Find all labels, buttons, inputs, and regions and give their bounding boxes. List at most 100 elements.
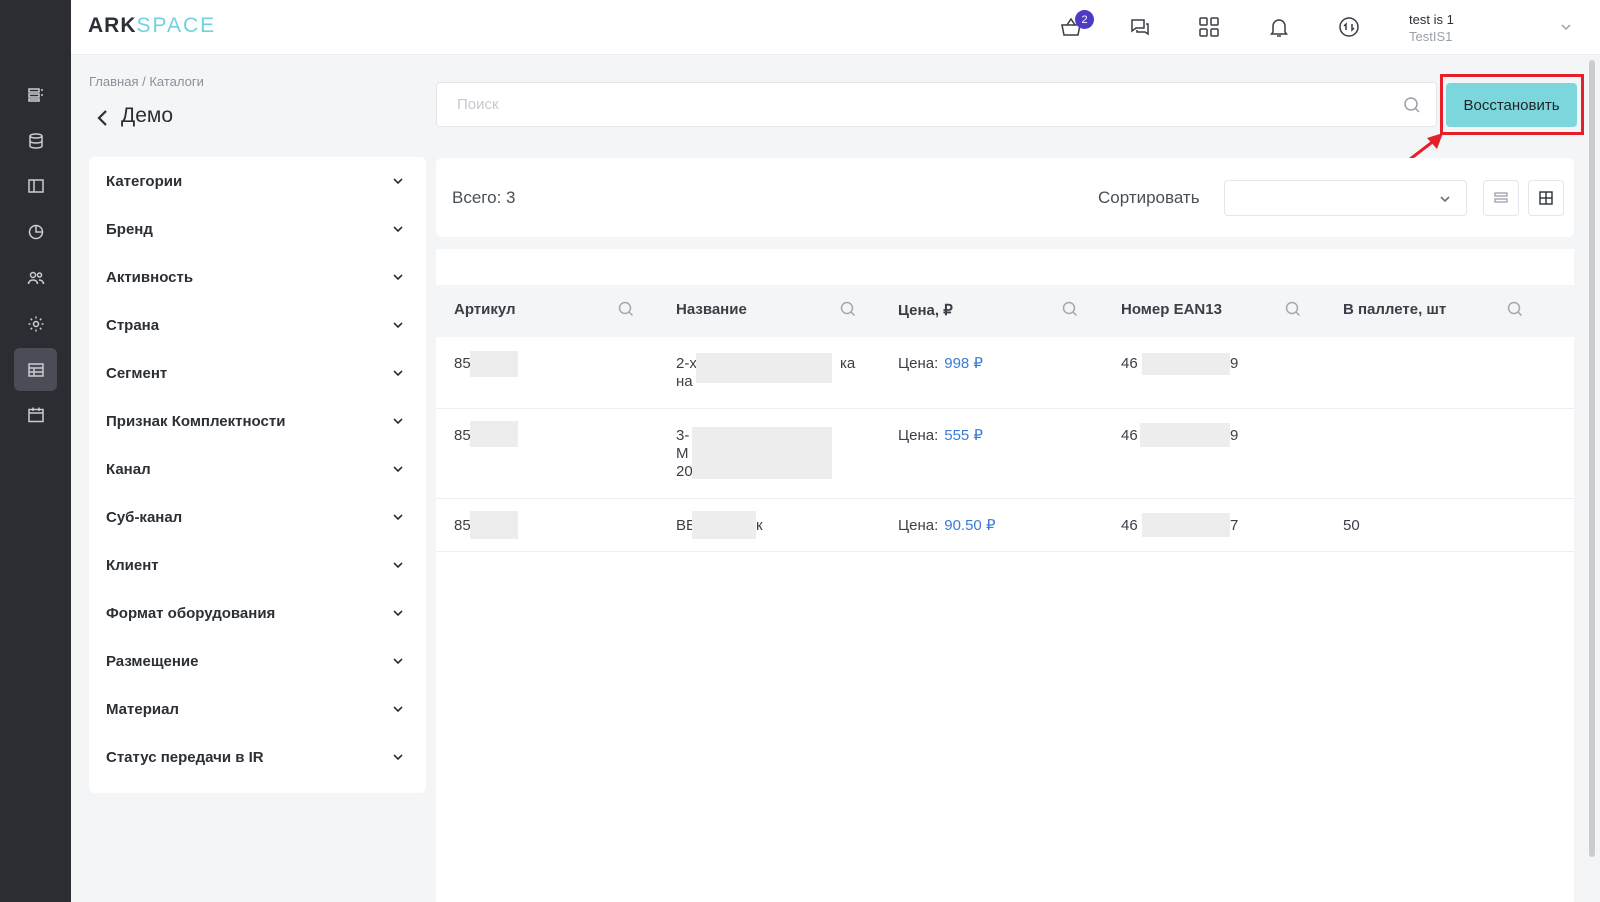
cart-badge: 2 (1075, 10, 1094, 29)
apps-grid-icon[interactable] (1196, 14, 1222, 40)
cell-name-line3: 20 (676, 463, 693, 480)
filters-panel: Категории Бренд Активность Страна Сегмен… (89, 157, 426, 793)
back-arrow-icon[interactable] (94, 107, 112, 129)
col-price: Цена, ₽ (898, 302, 953, 319)
chevron-down-icon (392, 414, 404, 426)
filter-material[interactable]: Материал (89, 685, 426, 733)
chevron-down-icon (392, 558, 404, 570)
top-header: ARKSPACE 2 test is 1 TestIS1 (71, 0, 1600, 55)
filter-client[interactable]: Клиент (89, 541, 426, 589)
filter-placement[interactable]: Размещение (89, 637, 426, 685)
table-row[interactable]: 85 ВЕ к Цена: 90.50 ₽ 46 7 50 (436, 499, 1574, 552)
table-row[interactable]: 85 2-х ка на Цена: 998 ₽ 46 9 (436, 337, 1574, 409)
redacted-block (692, 427, 832, 479)
search-input[interactable] (437, 83, 1337, 126)
logo-text-space: SPACE (136, 14, 217, 37)
search-icon[interactable] (617, 300, 635, 318)
database-icon[interactable] (14, 119, 57, 162)
search-icon[interactable] (1402, 95, 1422, 115)
search-icon[interactable] (1061, 300, 1079, 318)
filter-country[interactable]: Страна (89, 301, 426, 349)
filter-label: Сегмент (106, 364, 168, 382)
cell-name-line1: 2-х (676, 355, 697, 372)
filter-categories[interactable]: Категории (89, 157, 426, 205)
redacted-block (470, 511, 518, 539)
chevron-down-icon[interactable] (1559, 20, 1573, 34)
cell-article: 85 (454, 355, 471, 372)
list-view-button[interactable] (1483, 180, 1519, 216)
cell-ean-start: 46 (1121, 517, 1138, 534)
chevron-down-icon (392, 462, 404, 474)
cell-name-line1-end: к (756, 517, 763, 534)
chevron-down-icon (1438, 192, 1452, 206)
table-header: Артикул Название Цена, ₽ Номер EAN13 В п… (436, 285, 1574, 337)
layout-icon[interactable] (14, 164, 57, 207)
results-toolbar: Всего: 3 Сортировать (436, 158, 1574, 237)
catalog-icon[interactable] (14, 348, 57, 391)
chevron-down-icon (392, 654, 404, 666)
filter-label: Страна (106, 316, 160, 334)
filter-ir-status[interactable]: Статус передачи в IR (89, 733, 426, 781)
cell-ean-end: 9 (1230, 427, 1239, 444)
filter-label: Активность (106, 268, 194, 286)
chat-icon[interactable] (1127, 14, 1153, 40)
cart-icon[interactable]: 2 (1058, 10, 1094, 40)
sort-select[interactable] (1224, 180, 1467, 216)
col-article: Артикул (454, 301, 516, 318)
cell-price: Цена: 555 ₽ (898, 427, 983, 445)
filter-equipment-format[interactable]: Формат оборудования (89, 589, 426, 637)
cell-ean-start: 46 (1121, 427, 1138, 444)
filter-label: Категории (106, 172, 183, 190)
cell-price: Цена: 998 ₽ (898, 355, 983, 373)
user-org: TestIS1 (1409, 29, 1453, 44)
cell-pallet: 50 (1343, 517, 1360, 534)
sync-icon[interactable] (1336, 14, 1362, 40)
user-menu[interactable]: test is 1 TestIS1 (1409, 11, 1454, 45)
breadcrumb[interactable]: Главная / Каталоги (89, 74, 204, 89)
filter-brand[interactable]: Бренд (89, 205, 426, 253)
filter-label: Размещение (106, 652, 199, 670)
chart-icon[interactable] (14, 210, 57, 253)
chevron-down-icon (392, 702, 404, 714)
price-value: 90.50 ₽ (944, 517, 996, 534)
redacted-block (1142, 513, 1230, 537)
filter-completeness[interactable]: Признак Комплектности (89, 397, 426, 445)
cell-price: Цена: 90.50 ₽ (898, 517, 995, 535)
filter-subchannel[interactable]: Суб-канал (89, 493, 426, 541)
col-name: Название (676, 301, 747, 318)
total-count: Всего: 3 (452, 188, 516, 207)
bell-icon[interactable] (1266, 14, 1292, 40)
grid-view-icon (1539, 191, 1553, 205)
search-icon[interactable] (1506, 300, 1524, 318)
filter-activity[interactable]: Активность (89, 253, 426, 301)
col-pallet: В паллете, шт (1343, 301, 1447, 318)
filter-label: Признак Комплектности (106, 412, 286, 430)
user-name: test is 1 (1409, 12, 1454, 27)
grid-view-button[interactable] (1528, 180, 1564, 216)
calendar-icon[interactable] (14, 393, 57, 436)
users-icon[interactable] (14, 256, 57, 299)
app-logo[interactable]: ARKSPACE (88, 14, 216, 38)
price-value: 998 ₽ (944, 355, 983, 372)
chevron-down-icon (392, 366, 404, 378)
chevron-down-icon (392, 222, 404, 234)
cell-ean-start: 46 (1121, 355, 1138, 372)
col-ean: Номер EAN13 (1121, 301, 1222, 318)
restore-button[interactable]: Восстановить (1446, 83, 1577, 127)
sidebar-nav (0, 0, 71, 902)
filter-segment[interactable]: Сегмент (89, 349, 426, 397)
filter-channel[interactable]: Канал (89, 445, 426, 493)
cell-ean-end: 7 (1230, 517, 1239, 534)
settings-icon[interactable] (14, 302, 57, 345)
search-icon[interactable] (1284, 300, 1302, 318)
price-label: Цена: (898, 517, 939, 534)
redacted-block (692, 511, 756, 539)
page-scrollbar[interactable] (1589, 60, 1595, 857)
chevron-down-icon (392, 270, 404, 282)
table-row[interactable]: 85 3- М 20 Цена: 555 ₽ 46 9 (436, 409, 1574, 499)
filter-label: Формат оборудования (106, 604, 276, 622)
filter-label: Клиент (106, 556, 159, 574)
list-view-icon (1494, 192, 1508, 203)
search-icon[interactable] (839, 300, 857, 318)
dashboard-icon[interactable] (14, 73, 57, 116)
